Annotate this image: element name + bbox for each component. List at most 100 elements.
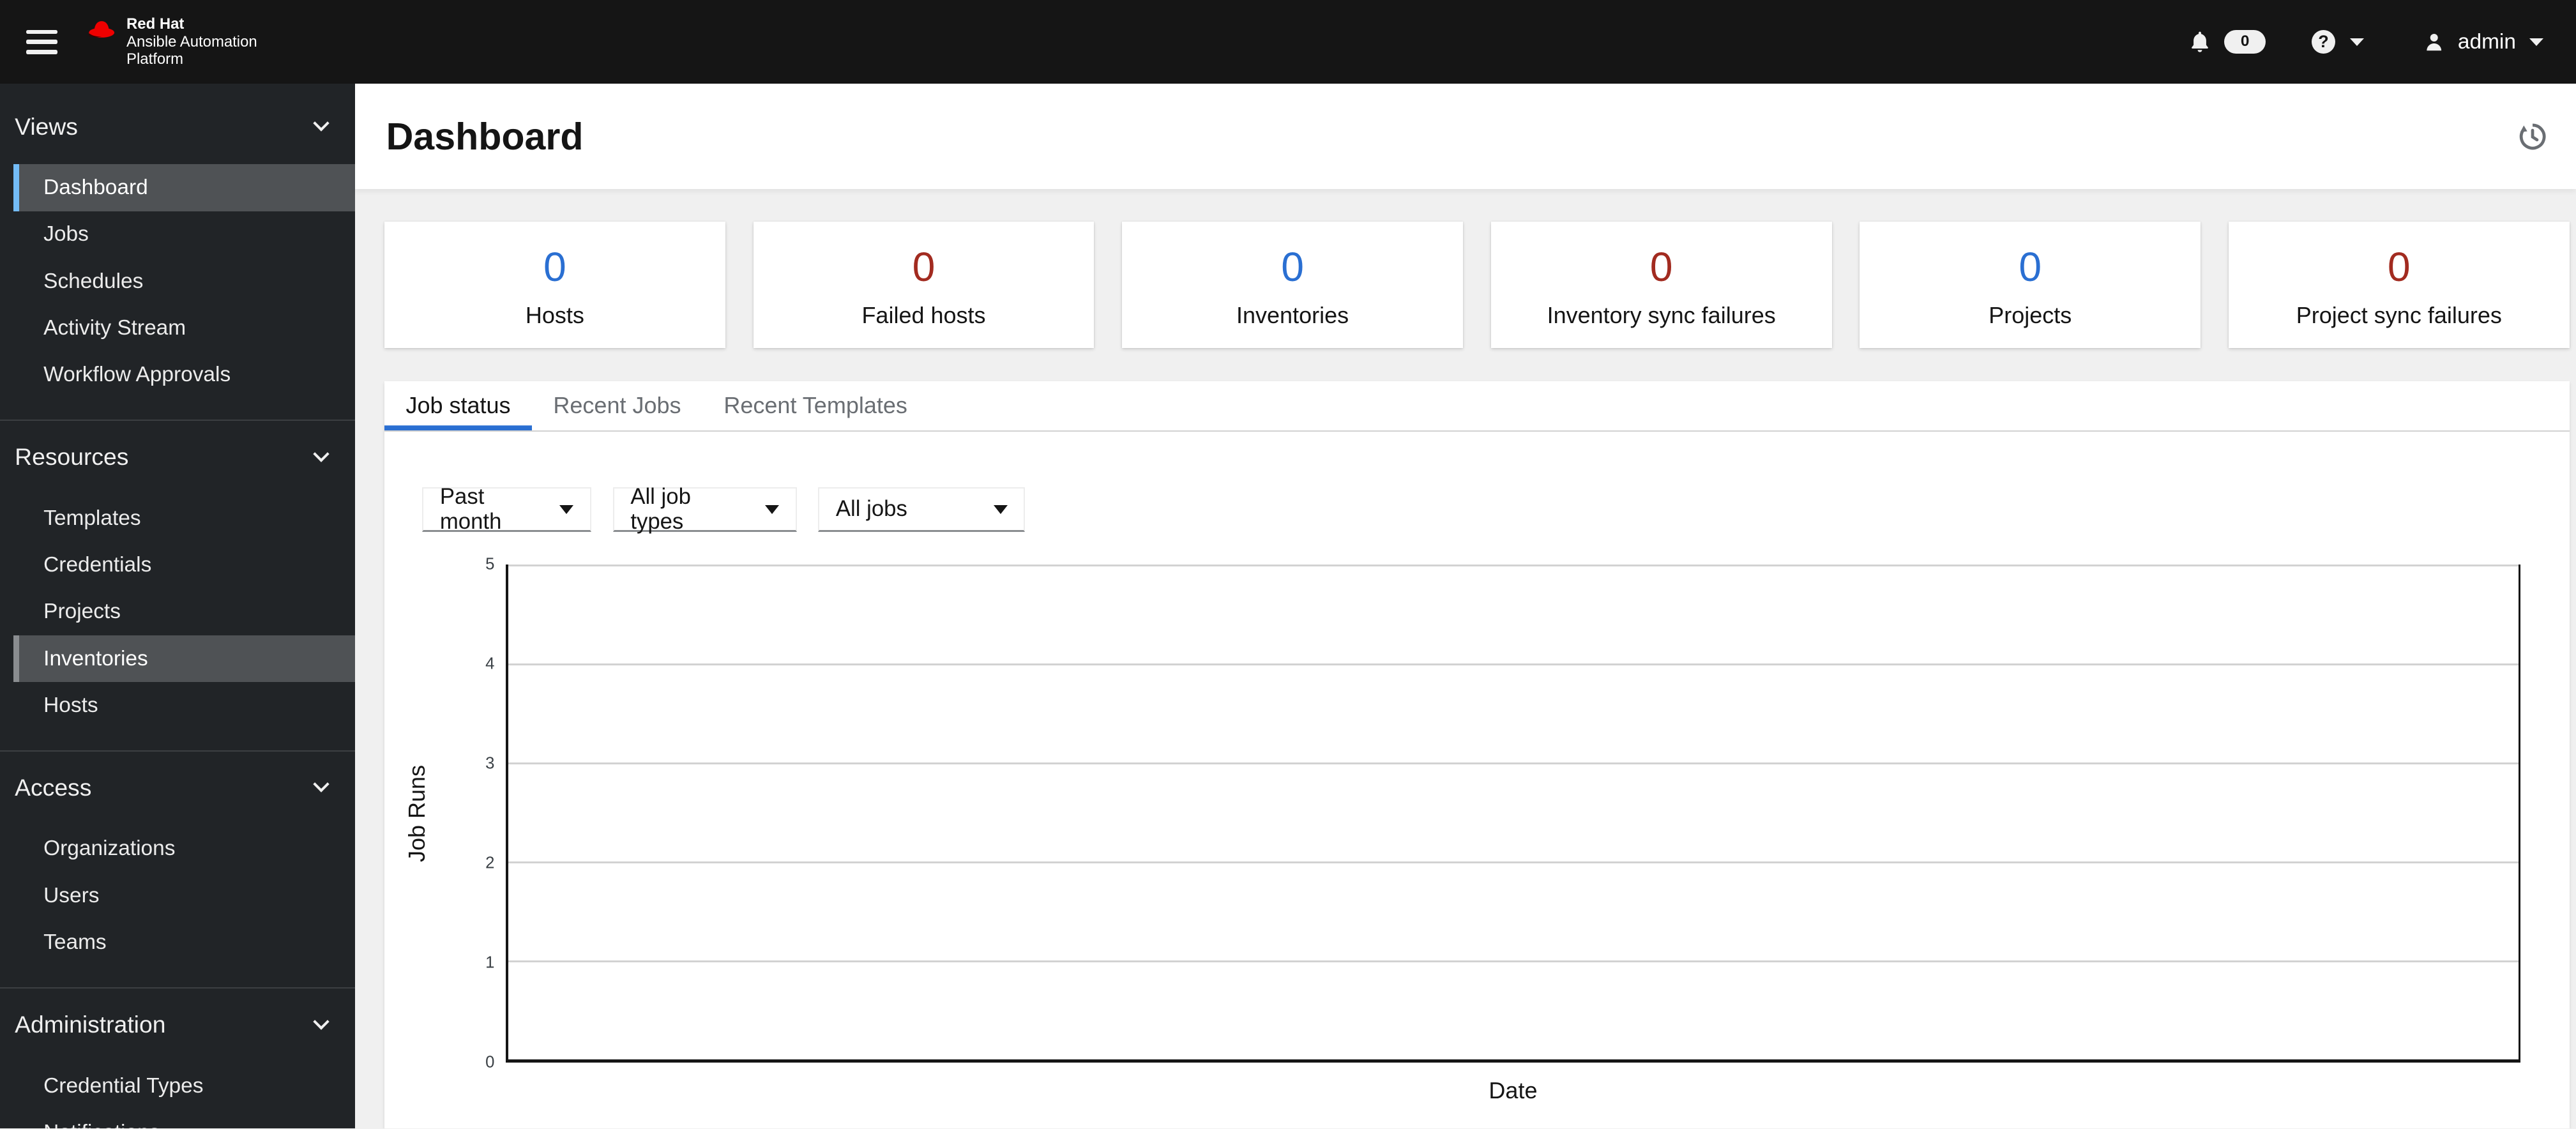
user-menu[interactable]: admin — [2423, 30, 2543, 54]
stat-card-label: Inventory sync failures — [1547, 302, 1776, 329]
app-root: Red Hat Ansible Automation Platform 0 ? — [0, 0, 2576, 1129]
nav-item-label: Activity Stream — [43, 315, 186, 340]
chart-filters: Past month All job types All jobs — [422, 484, 2570, 534]
stat-card-projects[interactable]: 0 Projects — [1860, 222, 2201, 349]
sidebar-item-users[interactable]: Users — [13, 872, 355, 919]
y-tick-label: 1 — [485, 953, 495, 972]
page-title: Dashboard — [386, 115, 584, 158]
sidebar-item-templates[interactable]: Templates — [13, 495, 355, 542]
filter-period-select[interactable]: Past month — [422, 484, 592, 534]
stat-card-label: Projects — [1989, 302, 2072, 329]
sidebar-item-inventories[interactable]: Inventories — [13, 635, 355, 683]
user-icon — [2427, 33, 2442, 50]
stat-card-value: 0 — [1649, 243, 1673, 290]
y-tick-label: 5 — [485, 555, 495, 573]
notifications-button[interactable] — [2188, 29, 2211, 54]
sidebar-item-projects[interactable]: Projects — [13, 589, 355, 635]
sidebar-item-hosts[interactable]: Hosts — [13, 682, 355, 729]
y-axis-title: Job Runs — [404, 765, 430, 863]
nav-section-toggle-views[interactable]: Views — [0, 110, 355, 142]
tab-job-status[interactable]: Job status — [384, 381, 532, 430]
sidebar-item-credentials[interactable]: Credentials — [13, 542, 355, 588]
nav-item-label: Teams — [43, 930, 107, 955]
nav-section-resources: Resources Templates Credentials Projects… — [0, 420, 355, 750]
filter-jobs-select[interactable]: All jobs — [818, 487, 1026, 532]
sidebar-item-workflow-approvals[interactable]: Workflow Approvals — [13, 352, 355, 398]
job-activity-panel: Job status Recent Jobs Recent Templates … — [384, 381, 2570, 1129]
nav-item-label: Templates — [43, 506, 141, 530]
nav-item-label: Jobs — [43, 222, 89, 246]
filter-job-type-select[interactable]: All job types — [612, 484, 797, 534]
stat-card-inventories[interactable]: 0 Inventories — [1122, 222, 1463, 349]
help-menu[interactable]: ? — [2311, 29, 2365, 54]
sidebar-item-dashboard[interactable]: Dashboard — [13, 164, 355, 211]
dashboard-content: 0 Hosts 0 Failed hosts 0 Inventories 0 I… — [354, 188, 2576, 1129]
nav-section-toggle-resources[interactable]: Resources — [0, 441, 355, 473]
hamburger-icon — [26, 29, 58, 54]
nav-item-label: Workflow Approvals — [43, 363, 231, 387]
stat-card-failed-hosts[interactable]: 0 Failed hosts — [753, 222, 1095, 349]
chart-plot-area — [506, 564, 2520, 1063]
nav-item-label: Notifications — [43, 1121, 160, 1129]
nav-section-title: Administration — [15, 1011, 166, 1038]
masthead-toolbar: 0 ? admin — [2188, 29, 2543, 54]
nav-item-label: Dashboard — [43, 175, 148, 199]
stat-cards-row: 0 Hosts 0 Failed hosts 0 Inventories 0 I… — [384, 222, 2570, 349]
filter-job-type-value: All job types — [630, 484, 691, 534]
nav-section-toggle-administration[interactable]: Administration — [0, 1008, 355, 1041]
caret-down-icon — [559, 504, 574, 515]
help-icon: ? — [2311, 29, 2336, 54]
nav-section-administration: Administration Credential Types Notifica… — [0, 987, 355, 1128]
stat-card-label: Inventories — [1236, 302, 1349, 329]
sidebar-item-teams[interactable]: Teams — [13, 919, 355, 966]
brand-line-1: Red Hat — [126, 15, 185, 33]
menu-toggle-button[interactable] — [23, 26, 61, 57]
sidebar-item-activity-stream[interactable]: Activity Stream — [13, 305, 355, 351]
brand-text: Red Hat Ansible Automation Platform — [126, 15, 257, 68]
stat-card-label: Hosts — [525, 302, 584, 329]
tab-recent-jobs[interactable]: Recent Jobs — [532, 381, 702, 430]
filter-period-value: Past month — [439, 484, 502, 534]
stat-card-hosts[interactable]: 0 Hosts — [384, 222, 725, 349]
nav-section-title: Views — [15, 112, 78, 140]
stat-card-label: Project sync failures — [2296, 302, 2502, 329]
masthead: Red Hat Ansible Automation Platform 0 ? — [0, 0, 2576, 84]
bell-icon — [2192, 31, 2208, 52]
app-logo[interactable]: Red Hat Ansible Automation Platform — [87, 15, 257, 68]
redhat-hat-icon — [89, 21, 115, 38]
tabs-bar: Job status Recent Jobs Recent Templates — [384, 381, 2570, 432]
notification-count-badge: 0 — [2224, 29, 2266, 54]
nav-item-label: Credentials — [43, 552, 152, 577]
sidebar-item-schedules[interactable]: Schedules — [13, 258, 355, 305]
sidebar-item-credential-types[interactable]: Credential Types — [13, 1063, 355, 1109]
caret-down-icon — [765, 504, 780, 515]
stat-card-inventory-sync-failures[interactable]: 0 Inventory sync failures — [1490, 222, 1832, 349]
sidebar-item-jobs[interactable]: Jobs — [13, 211, 355, 258]
stat-card-value: 0 — [2387, 243, 2411, 290]
y-tick-label: 0 — [485, 1053, 495, 1072]
stat-card-project-sync-failures[interactable]: 0 Project sync failures — [2228, 222, 2570, 349]
job-runs-chart: Job Runs 5 4 3 2 1 0 Date — [384, 556, 2520, 1127]
sidebar-item-notifications[interactable]: Notifications — [13, 1109, 355, 1129]
nav-section-toggle-access[interactable]: Access — [0, 771, 355, 804]
caret-down-icon — [2350, 38, 2365, 46]
nav-section-title: Access — [15, 774, 92, 801]
chevron-down-icon — [313, 776, 330, 793]
username: admin — [2457, 29, 2516, 54]
nav-section-access: Access Organizations Users Teams — [0, 750, 355, 987]
nav-item-label: Users — [43, 883, 100, 907]
main-content: Dashboard 0 Hosts 0 Failed hosts 0 Inven… — [354, 84, 2576, 1129]
tab-recent-templates[interactable]: Recent Templates — [702, 381, 928, 430]
page-header: Dashboard — [354, 84, 2576, 189]
stat-card-label: Failed hosts — [861, 302, 986, 329]
history-button[interactable] — [2515, 119, 2550, 154]
stat-card-value: 0 — [912, 243, 936, 290]
nav-item-label: Organizations — [43, 837, 176, 861]
nav-section-title: Resources — [15, 443, 129, 471]
nav-item-label: Inventories — [43, 646, 148, 671]
stat-card-value: 0 — [1281, 243, 1304, 290]
history-icon — [2519, 123, 2546, 149]
sidebar-item-organizations[interactable]: Organizations — [13, 826, 355, 872]
y-tick-label: 3 — [485, 754, 495, 773]
nav-item-label: Schedules — [43, 269, 144, 293]
